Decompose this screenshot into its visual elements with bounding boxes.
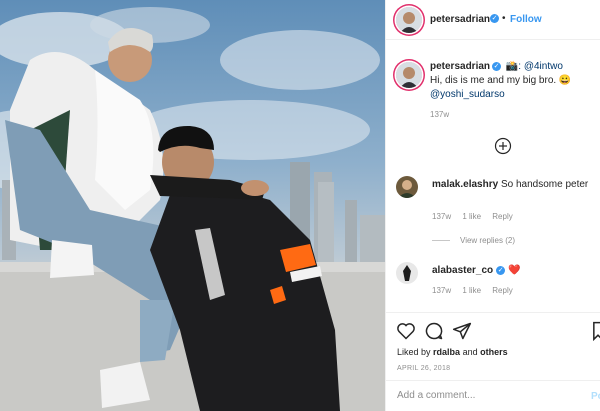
comment-body: malak.elashry So handsome peter [432, 178, 592, 191]
comment-username[interactable]: alabaster_co [432, 265, 493, 276]
comment-text: So handsome peter [500, 179, 589, 190]
author-username[interactable]: petersadrian [430, 14, 490, 25]
share-send-icon[interactable] [452, 321, 472, 341]
liked-by-others[interactable]: others [480, 347, 508, 357]
commenter-avatar-image [396, 262, 418, 284]
liked-by-prefix: Liked by [397, 347, 431, 357]
caption-time: 137w [430, 110, 450, 119]
comment-username[interactable]: malak.elashry [432, 179, 498, 190]
like-heart-icon[interactable] [396, 321, 416, 341]
photo-credit-mention[interactable]: : @4intwo [518, 61, 563, 72]
add-comment-bar: Po [386, 380, 600, 411]
post-header: petersadrian ✓ • Follow [386, 0, 600, 40]
replies-divider [432, 240, 450, 242]
author-avatar-image [396, 7, 422, 33]
liked-by-user[interactable]: rdalba [433, 347, 460, 357]
comment-meta: 137w 1 like Reply [432, 286, 522, 295]
comment-likes[interactable]: 1 like [462, 286, 481, 295]
follow-button[interactable]: Follow [510, 14, 542, 25]
author-avatar[interactable] [396, 7, 422, 33]
camera-emoji: 📸 [505, 61, 519, 72]
photo-illustration [0, 7, 385, 411]
post-side-panel: petersadrian ✓ • Follow petersadrian ✓ 📸:… [385, 0, 600, 411]
liked-by-summary: Liked by rdalba and others [397, 347, 508, 357]
commenter-avatar-image [396, 176, 418, 198]
comment-likes[interactable]: 1 like [462, 212, 481, 221]
separator-dot: • [502, 13, 506, 24]
comment-text: ❤️ [507, 265, 521, 276]
comment-time: 137w [432, 212, 452, 221]
caption-body: petersadrian ✓ 📸: @4intwo Hi, dis is me a… [430, 60, 600, 102]
post-actions: Liked by rdalba and others APRIL 26, 201… [386, 312, 600, 390]
comment-bubble-icon[interactable] [424, 321, 444, 341]
add-comment-input[interactable] [397, 390, 567, 401]
view-replies-button[interactable]: View replies (2) [432, 236, 515, 245]
post-photo[interactable] [0, 0, 385, 411]
commenter-avatar[interactable] [396, 176, 418, 198]
verified-badge-icon: ✓ [496, 265, 506, 275]
comment-time: 137w [432, 286, 452, 295]
comment-meta: 137w 1 like Reply [432, 212, 522, 221]
post-date: APRIL 26, 2018 [397, 365, 451, 372]
caption-mention[interactable]: @yoshi_sudarso [430, 89, 505, 100]
verified-badge-icon: ✓ [492, 61, 502, 71]
reply-button[interactable]: Reply [492, 286, 512, 295]
commenter-avatar[interactable] [396, 262, 418, 284]
caption-username[interactable]: petersadrian [430, 61, 490, 72]
caption-avatar-image [396, 62, 422, 88]
caption-text: Hi, dis is me and my big bro. 😀 [430, 75, 572, 86]
liked-by-and: and [462, 347, 478, 357]
reply-button[interactable]: Reply [492, 212, 512, 221]
save-bookmark-icon[interactable] [592, 321, 600, 341]
post-comment-button[interactable]: Po [591, 391, 600, 402]
load-more-comments-icon[interactable] [494, 137, 512, 155]
caption-avatar[interactable] [396, 62, 422, 88]
comment-body: alabaster_co ✓ ❤️ [432, 264, 592, 277]
verified-badge-icon: ✓ [490, 14, 499, 23]
view-replies-label: View replies (2) [460, 236, 515, 245]
